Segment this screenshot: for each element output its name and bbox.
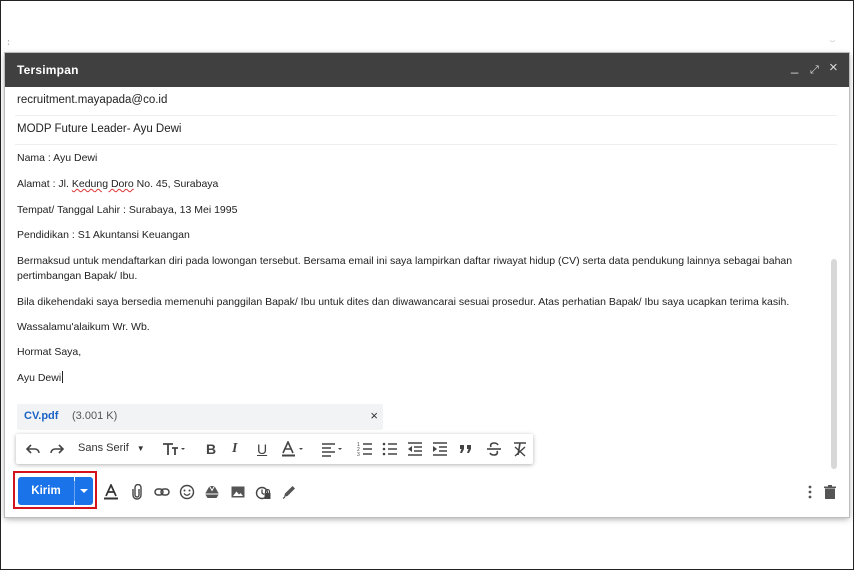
font-family-label: Sans Serif [78,442,129,454]
body-paragraph-1: Bermaksud untuk mendaftarkan diri pada l… [17,255,793,282]
align-icon[interactable] [321,441,345,457]
confidential-mode-icon[interactable] [255,484,271,500]
spellcheck-word[interactable]: Kedung Doro [72,178,134,190]
formatting-toolbar: Sans Serif ▼ B I U 123 [16,434,533,464]
emoji-icon[interactable] [179,484,195,500]
fullscreen-button[interactable]: ⤢ [810,63,819,77]
bold-icon[interactable]: B [206,441,216,457]
more-options-icon[interactable] [802,484,818,500]
background-ghost-text: ⋮ [3,40,14,47]
indent-more-icon[interactable] [432,441,448,457]
italic-icon[interactable]: I [232,441,237,457]
numbered-list-icon[interactable]: 123 [357,441,373,457]
to-field[interactable]: recruitment.mayapada@co.id [17,94,167,106]
body-name-line: Nama : Ayu Dewi [17,152,98,164]
body-birth-line: Tempat/ Tanggal Lahir : Surabaya, 13 Mei… [17,204,238,216]
signature-pen-icon[interactable] [281,484,297,500]
compose-titlebar[interactable]: Tersimpan _ ⤢ × [5,53,849,87]
underline-icon[interactable]: U [257,441,267,457]
subject-field[interactable]: MODP Future Leader- Ayu Dewi [17,123,181,135]
insert-photo-icon[interactable] [230,484,246,500]
bulleted-list-icon[interactable] [382,441,398,457]
font-family-select[interactable]: Sans Serif ▼ [78,442,145,454]
quote-icon[interactable] [458,441,474,457]
attachment-size: (3.001 K) [72,410,118,422]
indent-less-icon[interactable] [407,441,423,457]
remove-formatting-icon[interactable] [512,441,528,457]
compose-title: Tersimpan [17,63,79,77]
body-address-line: Alamat : Jl. Kedung Doro No. 45, Surabay… [17,177,797,192]
send-button[interactable]: Kirim [18,477,74,505]
compose-window: Tersimpan _ ⤢ × recruitment.mayapada@co.… [5,53,849,517]
background-ghost-icon: ○ [829,40,836,46]
svg-text:3: 3 [357,452,360,457]
chevron-down-icon: ▼ [136,444,145,453]
redo-icon[interactable] [49,441,65,457]
text-color-icon[interactable] [281,441,305,457]
send-options-button[interactable] [75,477,93,505]
remove-attachment-button[interactable]: × [370,408,378,423]
attachment-name[interactable]: CV.pdf [24,410,58,422]
body-closing-2: Hormat Saya, [17,346,82,358]
formatting-options-icon[interactable] [103,482,119,500]
signature-text: Ayu Dewi [17,372,62,384]
insert-link-icon[interactable] [154,484,170,500]
text-cursor [62,371,64,383]
attachment-chip[interactable]: CV.pdf (3.001 K) × [17,404,383,430]
body-education-line: Pendidikan : S1 Akuntansi Keuangan [17,229,190,241]
body-closing-1: Wassalamu'alaikum Wr. Wb. [17,321,150,333]
strikethrough-icon[interactable] [486,441,502,457]
background-inbox-strip: ⋮ ○ [1,40,853,54]
attach-file-icon[interactable] [129,483,145,500]
divider [15,115,837,116]
body-paragraph-2: Bila dikehendaki saya bersedia memenuhi … [17,296,790,308]
minimize-button[interactable]: _ [791,60,798,74]
drive-icon[interactable] [204,484,220,500]
body-scrollbar[interactable] [831,259,837,469]
body-signature: Ayu Dewi [17,371,797,386]
discard-draft-icon[interactable] [822,484,838,500]
address-suffix: No. 45, Surabaya [133,178,219,190]
address-prefix: Alamat : Jl. [17,178,72,190]
close-button[interactable]: × [829,60,838,75]
divider [15,144,837,145]
undo-icon[interactable] [25,441,41,457]
font-size-icon[interactable] [162,441,186,457]
